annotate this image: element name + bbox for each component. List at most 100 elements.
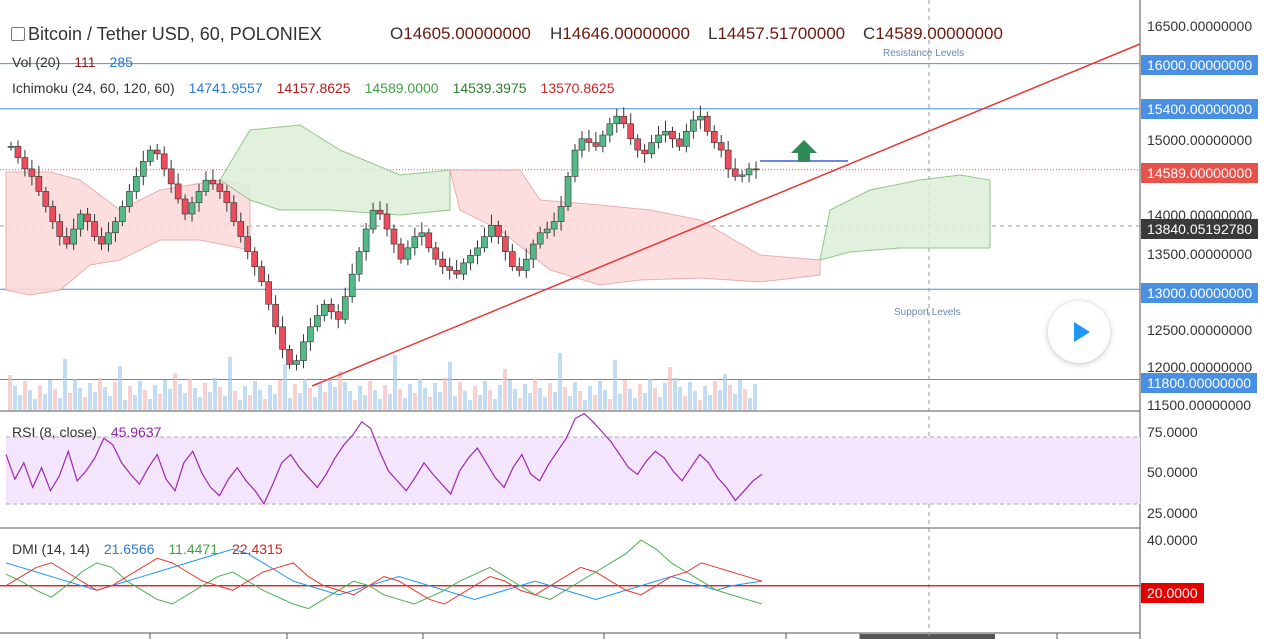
dmi-value-3: 22.4315 (232, 541, 283, 557)
candle-body (167, 168, 175, 185)
volume-bar (518, 398, 522, 410)
volume-bar (648, 379, 652, 410)
ichimoku-legend[interactable]: Ichimoku (24, 60, 120, 60) 14741.9557 1415… (12, 80, 629, 96)
level-tag-11800: 11800.00000000 (1141, 373, 1258, 393)
volume-bar (73, 379, 77, 410)
play-button[interactable] (1048, 301, 1110, 363)
candle-body (300, 341, 307, 361)
volume-bar (128, 386, 132, 410)
ohlc-high: H14646.00000000 (550, 24, 690, 43)
volume-bar (408, 384, 412, 410)
volume-bar (483, 381, 487, 410)
candle-body (293, 360, 300, 365)
volume-bar (548, 383, 552, 410)
candle-body (133, 176, 140, 192)
volume-bar (173, 373, 177, 410)
volume-bar (668, 367, 672, 410)
volume-bar (718, 390, 722, 410)
candle-body (63, 236, 71, 245)
candle-body (662, 130, 669, 136)
candle-body (495, 224, 502, 237)
volume-bar (63, 359, 67, 410)
volume-bar (143, 390, 147, 410)
rsi-tick: 75.0000 (1147, 424, 1198, 440)
candle-body (265, 281, 272, 305)
volume-bar (38, 385, 42, 410)
candle-body (348, 273, 356, 298)
volume-bar (703, 386, 707, 410)
collapse-legend-icon[interactable] (11, 27, 25, 41)
candle-body (745, 168, 753, 176)
volume-bar (133, 395, 137, 410)
volume-bar (643, 393, 647, 410)
candle-body (28, 168, 36, 177)
candle-body (432, 247, 440, 260)
candle-body (592, 142, 600, 147)
volume-bar (698, 400, 702, 410)
volume-bar (188, 379, 192, 410)
candle-body (529, 243, 537, 260)
volume-bar (413, 393, 417, 410)
volume-bar (478, 395, 482, 410)
candle-body (564, 176, 572, 207)
volume-bar (8, 375, 12, 410)
volume-bar (178, 384, 182, 410)
candle-body (578, 138, 586, 151)
candle-body (244, 236, 252, 252)
volume-bar (663, 383, 667, 410)
candle-body (669, 130, 676, 140)
candle-body (634, 138, 641, 151)
volume-bar (323, 392, 327, 410)
volume-bar (208, 392, 212, 410)
volume-bar (683, 396, 687, 410)
volume-bar (688, 382, 692, 410)
ichimoku-value-4: 14539.3975 (452, 80, 527, 96)
dmi-legend[interactable]: DMI (14, 14) 21.6566 11.4471 22.4315 (12, 541, 297, 557)
candle-body (160, 153, 168, 170)
volume-bar (248, 395, 252, 410)
candle-body (752, 168, 760, 171)
candle-body (35, 176, 43, 192)
volume-bar (308, 388, 312, 410)
volume-bar (573, 382, 577, 410)
volume-bar (98, 378, 102, 410)
volume-bar (673, 378, 677, 410)
vol-legend[interactable]: Vol (20) 111 285 (12, 54, 147, 70)
volume-bar (138, 381, 142, 410)
candle-body (488, 224, 495, 237)
candle-body (731, 168, 739, 177)
price-tick: 12500.00000000 (1147, 322, 1253, 338)
volume-bar (733, 394, 737, 410)
volume-bar (338, 371, 342, 410)
volume-bar (553, 392, 557, 410)
candle-body (258, 266, 265, 282)
volume-bar (353, 400, 357, 410)
vol-label: Vol (20) (12, 54, 61, 70)
candle-body (411, 236, 419, 249)
candle-body (620, 115, 628, 125)
candle-body (383, 213, 391, 230)
last-price-tag: 14589.00000000 (1141, 163, 1259, 183)
candle-body (230, 202, 238, 222)
volume-bar (398, 389, 402, 410)
candle-body (460, 262, 467, 275)
volume-bar (488, 390, 492, 410)
candle-body (237, 221, 245, 237)
candle-body (327, 303, 335, 313)
candle-body (223, 191, 231, 204)
candle-body (195, 191, 203, 204)
volume-bar (363, 395, 367, 410)
candle-body (453, 270, 460, 275)
volume-bar (528, 393, 532, 410)
volume-bar (513, 389, 517, 410)
volume-bar (628, 389, 632, 410)
rsi-legend[interactable]: RSI (8, close) 45.9637 (12, 424, 175, 440)
volume-bar (283, 364, 287, 410)
candle-body (272, 303, 279, 328)
level-tag-13000: 13000.00000000 (1141, 283, 1259, 303)
candle-body (703, 115, 711, 132)
candle-body (522, 258, 530, 271)
volume-bar (93, 392, 97, 410)
volume-bar (333, 387, 337, 410)
volume-bar (508, 380, 512, 410)
